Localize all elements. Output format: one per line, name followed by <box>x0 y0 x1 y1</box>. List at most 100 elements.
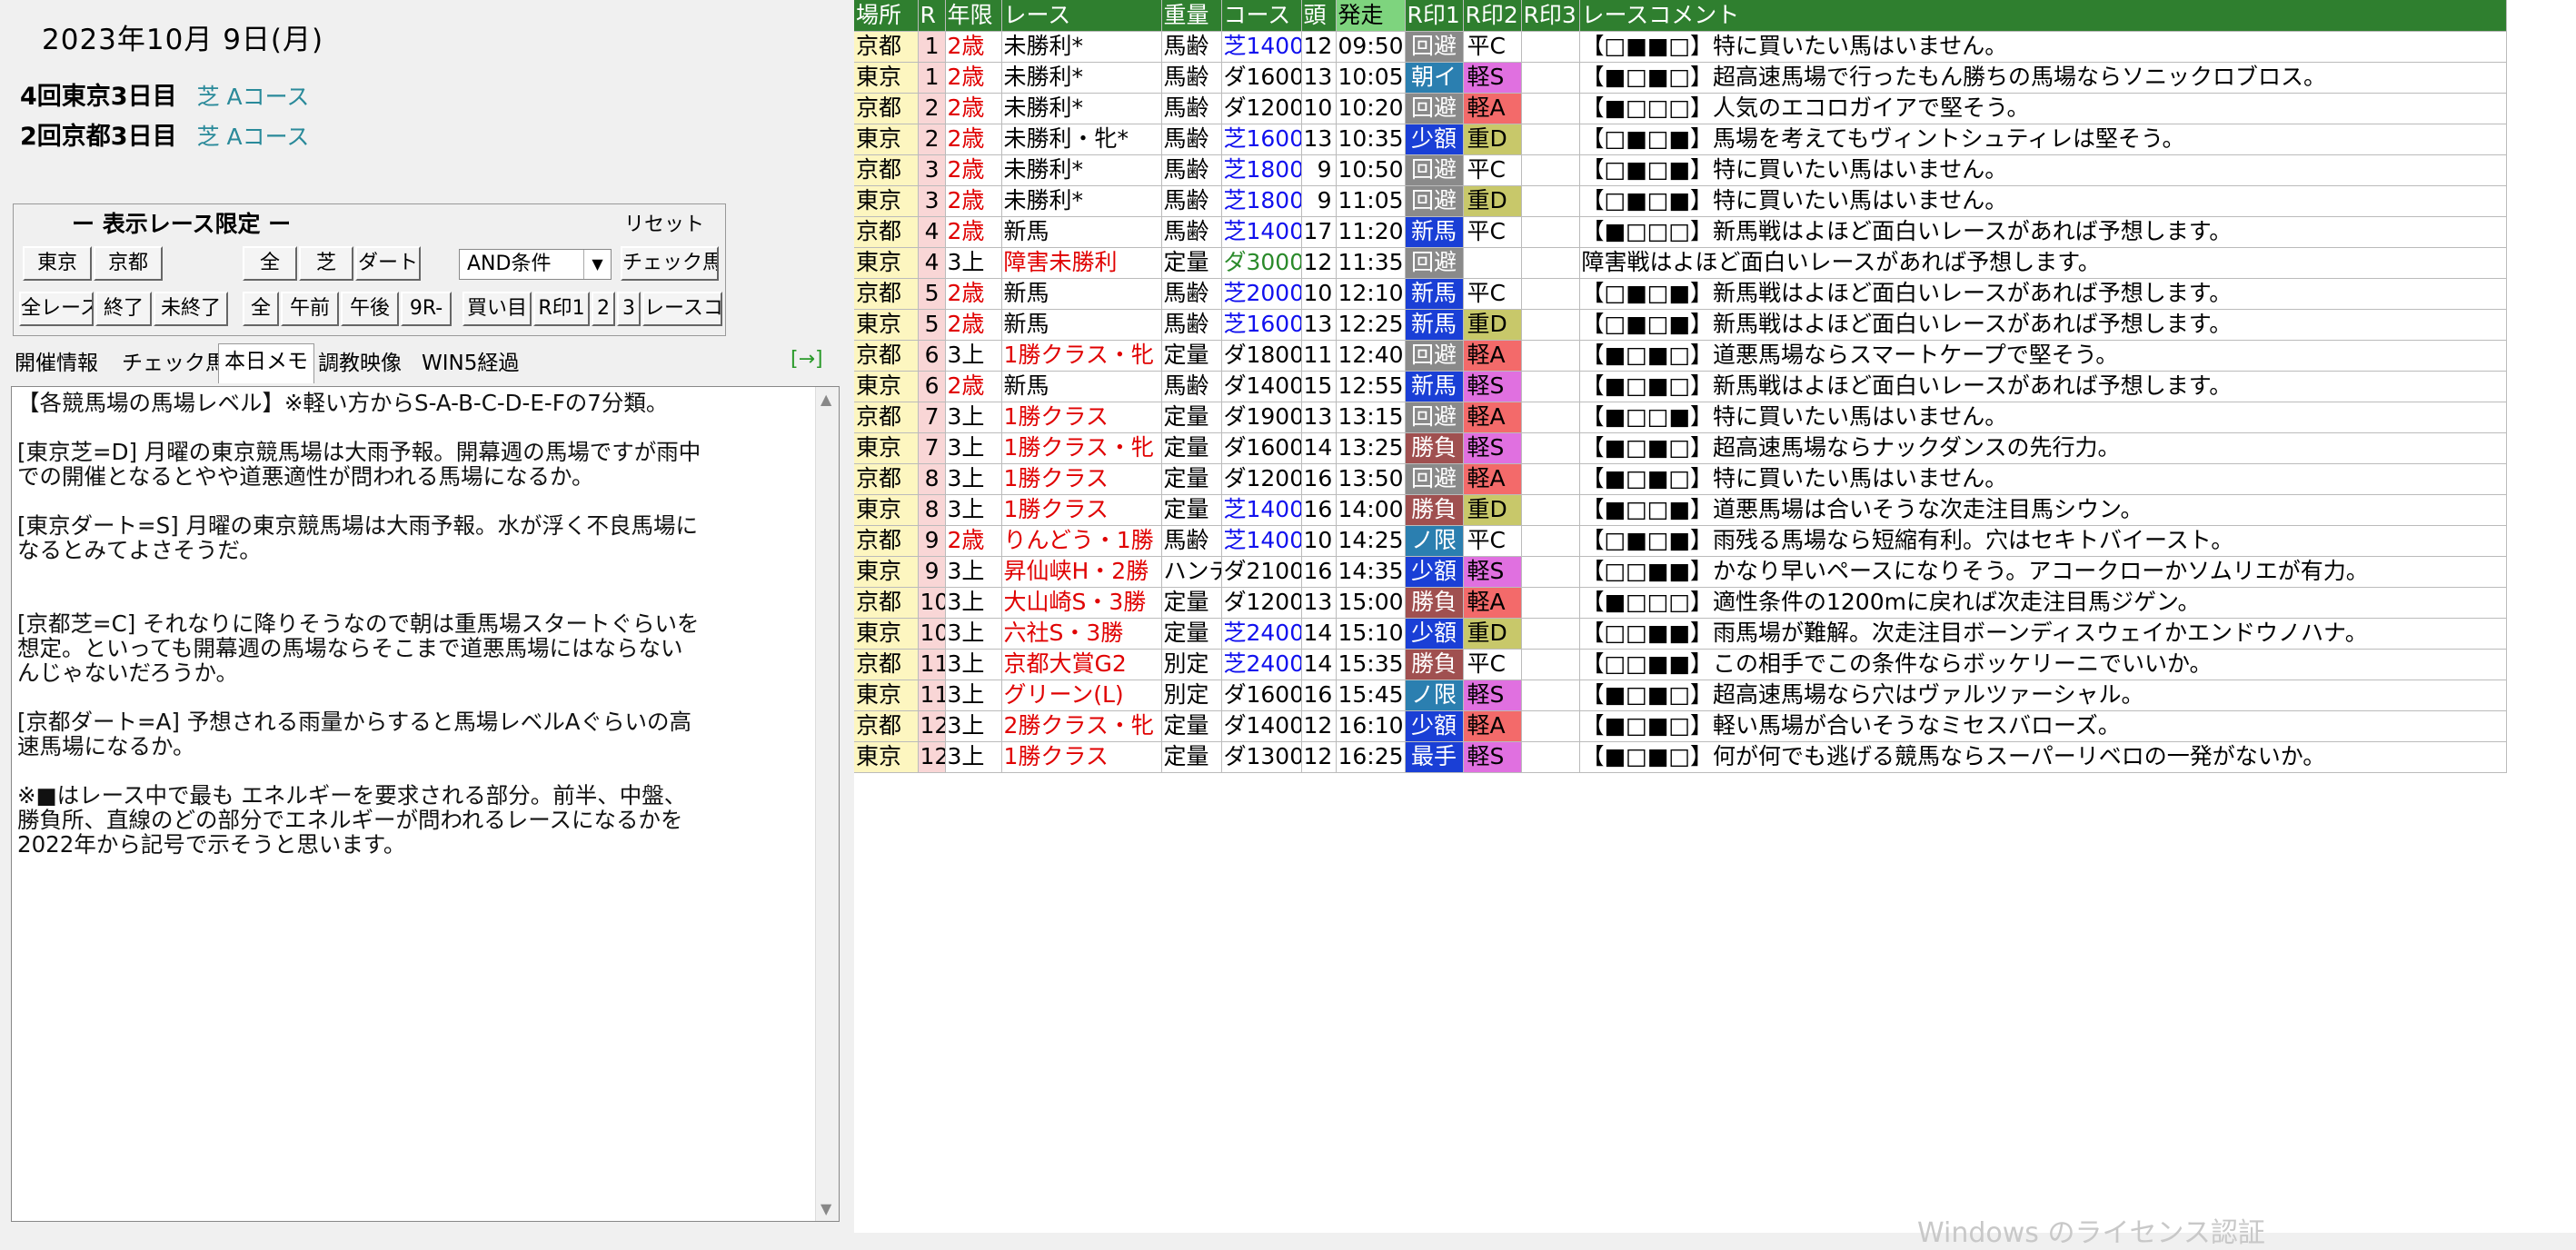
tab-training-video[interactable]: 調教映像 <box>313 346 407 382</box>
table-row[interactable]: 京都113上京都大賞G2別定芝24001415:35勝負平C 【□□■■】この相手… <box>854 649 2507 680</box>
race-number-cell: 4 <box>918 216 946 248</box>
filter-turf-button[interactable]: 芝 <box>299 246 353 281</box>
age-cell: 2歳 <box>945 216 1002 248</box>
table-row[interactable]: 東京123上1勝クラス定量ダ13001216:25最手軽S【■□■□】何が何でも… <box>854 741 2507 773</box>
table-row[interactable]: 東京 7 3上 1勝クラス・牝 定量 ダ1600 14 13:25 勝負 軽S 【■□■□】超高速馬… <box>854 432 2507 464</box>
runners-cell: 17 <box>1301 216 1337 248</box>
table-row[interactable]: 京都 8 3上 1勝クラス 定量 ダ1200 16 13:50 回避 軽A 【■□■□】特に買いたい… <box>854 463 2507 495</box>
race-number-cell: 12 <box>918 741 946 773</box>
mark3-button[interactable]: 3 <box>617 292 641 326</box>
filter-all-time-button[interactable]: 全 <box>243 292 279 326</box>
weight-cell: 馬齢 <box>1161 154 1222 186</box>
runners-cell: 16 <box>1301 494 1337 526</box>
header-mark1[interactable]: R印1 <box>1405 0 1464 32</box>
mark2-cell: 軽S <box>1463 741 1522 773</box>
comment-cell: 【□□■■】この相手でこの条件ならボッケリーニでいいか。 <box>1579 649 2507 680</box>
course-cell: ダ1200 <box>1221 463 1302 495</box>
table-row[interactable]: 京都 1 2歳 未勝利* 馬齢 芝1400 12 09:50 回避 平C 【□■■□】特に買いたい馬… <box>854 31 2507 63</box>
header-runners[interactable]: 頭 <box>1301 0 1337 32</box>
mark3-cell <box>1521 31 1580 63</box>
header-comment[interactable]: レースコメント <box>1579 0 2507 32</box>
filter-all-races-button[interactable]: 全レース <box>19 292 94 326</box>
table-row[interactable]: 京都 5 2歳 新馬 馬齢 芝2000 10 12:10 新馬 平C 【□■□■】新馬戦はよほど面白… <box>854 278 2507 310</box>
venue-kyoto: 2回京都3日目芝 Aコース <box>20 116 309 152</box>
place-cell: 京都 <box>854 463 919 495</box>
mark1-cell: 最手 <box>1405 741 1464 773</box>
filter-unfinished-button[interactable]: 未終了 <box>154 292 228 326</box>
race-number-cell: 2 <box>918 124 946 155</box>
filter-finished-button[interactable]: 終了 <box>95 292 152 326</box>
table-row[interactable]: 東京113上グリーン(L)別定ダ16001615:45ノ限軽S 【■□■□】超高速… <box>854 680 2507 711</box>
start-time-cell: 16:25 <box>1336 741 1406 773</box>
place-cell: 京都 <box>854 649 919 680</box>
mark1-cell: 回避 <box>1405 154 1464 186</box>
memo-textarea[interactable]: 【各競馬場の馬場レベル】※軽い方からS-A-B-C-D-E-Fの7分類。 [東京… <box>11 386 840 1222</box>
place-cell: 東京 <box>854 680 919 711</box>
tab-meeting-info[interactable]: 開催情報 <box>9 346 104 382</box>
tab-today-memo[interactable]: 本日メモ <box>218 343 314 383</box>
table-row[interactable]: 東京 8 3上 1勝クラス 定量 芝1400 16 14:00 勝負 重D 【■□□■】道悪馬場は合… <box>854 494 2507 526</box>
table-row[interactable]: 東京93上昇仙峡H・2勝ハンデダ21001614:35少額軽S 【□□■■】かなり… <box>854 556 2507 588</box>
table-row[interactable]: 東京 1 2歳 未勝利* 馬齢 ダ1600 13 10:05 朝イ 軽S 【■□■□】超高速馬場で行… <box>854 62 2507 94</box>
runners-cell: 10 <box>1301 525 1337 557</box>
tab-check-horse[interactable]: チェック馬 <box>116 346 232 382</box>
header-mark2[interactable]: R印2 <box>1463 0 1522 32</box>
scroll-down-icon[interactable]: ▼ <box>821 1200 831 1217</box>
header-race[interactable]: レース <box>1001 0 1162 32</box>
header-age[interactable]: 年限 <box>945 0 1002 32</box>
header-start-time[interactable]: 発走 <box>1336 0 1406 32</box>
table-row[interactable]: 東京 4 3上 障害未勝利 定量 ダ3000 12 11:35 回避 障害戦はよほど面白いレースが… <box>854 247 2507 279</box>
table-row[interactable]: 京都 4 2歳 新馬 馬齢 芝1400 17 11:20 新馬 平C 【■□□□】新馬戦はよほど面白… <box>854 216 2507 248</box>
table-row[interactable]: 東京 5 2歳 新馬 馬齢 芝1600 13 12:25 新馬 重D 【□■□■】新馬戦はよほど面白… <box>854 309 2507 341</box>
mark1-button[interactable]: R印1 <box>533 292 590 326</box>
header-race-number[interactable]: R <box>918 0 946 32</box>
table-row[interactable]: 東京 2 2歳 未勝利・牝* 馬齢 芝1600 13 10:35 少額 重D 【□■□■】馬場を考え… <box>854 124 2507 155</box>
race-comment-button[interactable]: レースコメ <box>642 292 722 326</box>
table-row[interactable]: 京都123上2勝クラス・牝定量ダ14001216:10少額軽A【■□■□】軽い馬… <box>854 710 2507 742</box>
comment-cell: 【□■□■】雨残る馬場なら短縮有利。穴はセキトバイースト。 <box>1579 525 2507 557</box>
table-row[interactable]: 東京103上六社S・3勝定量芝24001415:10少額重D 【□□■■】雨馬場が… <box>854 618 2507 650</box>
header-course[interactable]: コース <box>1221 0 1302 32</box>
chevron-down-icon[interactable]: ▼ <box>583 250 611 279</box>
table-row[interactable]: 京都103上大山崎S・3勝定量ダ12001315:00勝負軽A 【■□□□】適性条… <box>854 587 2507 619</box>
bets-button[interactable]: 買い目 <box>462 292 532 326</box>
mark3-cell <box>1521 371 1580 402</box>
filter-tokyo-button[interactable]: 東京 <box>23 246 92 281</box>
filter-afternoon-button[interactable]: 午後 <box>341 292 399 326</box>
filter-dirt-button[interactable]: ダート <box>355 246 421 281</box>
mark2-cell: 軽A <box>1463 93 1522 124</box>
table-row[interactable]: 京都 7 3上 1勝クラス 定量 ダ1900 13 13:15 回避 軽A 【■□□■】特に買いたい… <box>854 402 2507 433</box>
place-cell: 東京 <box>854 741 919 773</box>
header-place[interactable]: 場所 <box>854 0 919 32</box>
reset-button[interactable]: リセット <box>624 208 704 237</box>
mark2-cell: 平C <box>1463 649 1522 680</box>
mark3-cell <box>1521 556 1580 588</box>
table-row[interactable]: 京都 6 3上 1勝クラス・牝 定量 ダ1800 11 12:40 回避 軽A 【■□■□】道悪馬場… <box>854 340 2507 372</box>
filter-9r-button[interactable]: 9R- <box>401 292 452 326</box>
expand-arrow-icon[interactable]: [→] <box>791 348 823 371</box>
mark2-cell: 軽A <box>1463 340 1522 372</box>
condition-select[interactable]: AND条件 ▼ <box>459 249 612 280</box>
place-cell: 東京 <box>854 494 919 526</box>
course-cell: ダ1400 <box>1221 710 1302 742</box>
comment-cell: 【■□■□】超高速馬場なら穴はヴァルツァーシャル。 <box>1579 680 2507 711</box>
tab-win5[interactable]: WIN5経過 <box>416 346 524 382</box>
check-horse-button[interactable]: チェック馬 <box>621 246 719 281</box>
mark2-cell: 平C <box>1463 154 1522 186</box>
scroll-up-icon[interactable]: ▲ <box>821 391 831 408</box>
memo-scrollbar[interactable]: ▲ ▼ <box>815 387 839 1221</box>
header-weight[interactable]: 重量 <box>1161 0 1222 32</box>
table-row[interactable]: 東京 6 2歳 新馬 馬齢 ダ1400 15 12:55 新馬 軽S 【■□■□】新馬戦はよほど面白… <box>854 371 2507 402</box>
condition-select-value: AND条件 <box>467 253 552 275</box>
filter-kyoto-button[interactable]: 京都 <box>94 246 163 281</box>
mark3-cell <box>1521 247 1580 279</box>
table-row[interactable]: 京都 9 2歳 りんどう・1勝 馬齢 芝1400 10 14:25 ノ限 平C 【□■□■】雨残る馬… <box>854 525 2507 557</box>
table-row[interactable]: 京都 3 2歳 未勝利* 馬齢 芝1800 9 10:50 回避 平C 【□■□■】特に買いたい馬は… <box>854 154 2507 186</box>
header-mark3[interactable]: R印3 <box>1521 0 1580 32</box>
table-row[interactable]: 京都 2 2歳 未勝利* 馬齢 ダ1200 10 10:20 回避 軽A 【■□□□】人気のエコロガ… <box>854 93 2507 124</box>
filter-morning-button[interactable]: 午前 <box>281 292 339 326</box>
filter-all-surface-button[interactable]: 全 <box>243 246 297 281</box>
table-row[interactable]: 東京 3 2歳 未勝利* 馬齢 芝1800 9 11:05 回避 重D 【□■□■】特に買いたい馬は… <box>854 185 2507 217</box>
mark2-button[interactable]: 2 <box>592 292 615 326</box>
race-name-cell: グリーン(L) <box>1001 680 1162 711</box>
